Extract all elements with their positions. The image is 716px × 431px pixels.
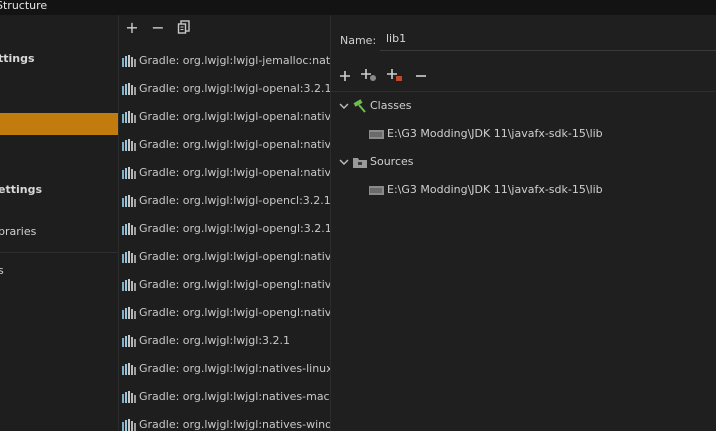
library-list-item[interactable]: Gradle: org.lwjgl:lwjgl-opengl:3.2.1 [119,219,330,239]
library-list-item-label: Gradle: org.lwjgl:lwjgl:natives-windows: [139,418,331,431]
name-label: Name: [340,34,377,47]
sidebar-divider [0,252,118,253]
library-list-item[interactable]: Gradle: org.lwjgl:lwjgl-opengl:natives-m [119,275,330,295]
library-list-pane: + − Gradle: org.lwjgl:lwjgl-jemalloc:nat… [119,15,331,431]
chevron-down-icon [339,103,349,109]
library-bars-icon [122,335,136,347]
library-list-item[interactable]: Gradle: org.lwjgl:lwjgl-openal:3.2.1 [119,79,330,99]
plus-sources-icon [387,69,402,81]
classes-path-label: E:\G3 Modding\JDK 11\javafx-sdk-15\lib [387,127,603,140]
library-list-item-label: Gradle: org.lwjgl:lwjgl:natives-macos:3. [139,390,330,403]
attach-sources-button[interactable] [386,67,404,87]
library-bars-icon [122,279,136,291]
sidebar-item-problems[interactable]: s [0,264,4,277]
library-bars-icon [122,55,136,67]
jar-folder-icon [369,186,384,195]
library-bars-icon [122,195,136,207]
library-bars-icon [122,111,136,123]
library-list-item[interactable]: Gradle: org.lwjgl:lwjgl:natives-windows: [119,415,330,431]
library-list-item[interactable]: Gradle: org.lwjgl:lwjgl-opencl:3.2.1 [119,191,330,211]
library-list-item-label: Gradle: org.lwjgl:lwjgl:natives-linux:3.… [139,362,331,375]
library-list-item-label: Gradle: org.lwjgl:lwjgl-opencl:3.2.1 [139,194,331,207]
sources-label: Sources [370,155,414,168]
classes-label: Classes [370,99,412,112]
library-list-item-label: Gradle: org.lwjgl:lwjgl-opengl:3.2.1 [139,222,331,235]
library-list-item[interactable]: Gradle: org.lwjgl:lwjgl-jemalloc:natives… [119,51,330,71]
library-name-input[interactable] [380,27,716,51]
library-bars-icon [122,307,136,319]
minus-icon [416,75,426,77]
copy-library-button[interactable] [176,20,192,36]
library-list-item[interactable]: Gradle: org.lwjgl:lwjgl:natives-macos:3. [119,387,330,407]
library-list-toolbar: + − [119,15,330,43]
window-title-bar: Structure [0,0,716,15]
library-list-item-label: Gradle: org.lwjgl:lwjgl-openal:natives-w [139,166,331,179]
library-bars-icon [122,363,136,375]
library-bars-icon [122,223,136,235]
toolbar-divider [331,91,716,92]
library-list-item-label: Gradle: org.lwjgl:lwjgl-openal:natives-m [139,138,331,151]
library-bars-icon [122,139,136,151]
copy-icon [177,20,190,34]
library-bars-icon [122,83,136,95]
library-list-item[interactable]: Gradle: org.lwjgl:lwjgl:3.2.1 [119,331,330,351]
chevron-down-icon [339,159,349,165]
library-list-item-label: Gradle: org.lwjgl:lwjgl:3.2.1 [139,334,291,347]
library-list-item-label: Gradle: org.lwjgl:lwjgl-openal:natives-l… [139,110,331,123]
sidebar-item-selected[interactable] [0,113,118,135]
window-title: Structure [0,0,48,12]
settings-sidebar: ttings ettings braries s [0,15,119,431]
remove-root-button[interactable] [412,67,430,87]
library-bars-icon [122,167,136,179]
library-list-item[interactable]: Gradle: org.lwjgl:lwjgl-openal:natives-m [119,135,330,155]
library-list-item[interactable]: Gradle: org.lwjgl:lwjgl:natives-linux:3.… [119,359,330,379]
sources-path-label: E:\G3 Modding\JDK 11\javafx-sdk-15\lib [387,183,603,196]
library-bars-icon [122,251,136,263]
sidebar-header-project-settings: ttings [0,52,35,65]
library-list-item-label: Gradle: org.lwjgl:lwjgl-openal:3.2.1 [139,82,331,95]
library-list-item[interactable]: Gradle: org.lwjgl:lwjgl-openal:natives-w [119,163,330,183]
library-list-item-label: Gradle: org.lwjgl:lwjgl-opengl:natives-m [139,278,331,291]
library-list-item-label: Gradle: org.lwjgl:lwjgl-opengl:natives-w [139,306,331,319]
library-list-item-label: Gradle: org.lwjgl:lwjgl-jemalloc:natives… [139,54,331,67]
plus-classes-icon [361,69,376,81]
add-root-button[interactable] [336,67,354,87]
library-roots-toolbar [331,67,716,89]
plus-icon [340,71,350,81]
library-bars-icon [122,391,136,403]
library-list-item[interactable]: Gradle: org.lwjgl:lwjgl-opengl:natives-l… [119,247,330,267]
library-detail-pane: Name: Classes E:\G3 Modding\JDK 11\javaf… [331,15,716,431]
remove-library-button[interactable]: − [150,20,166,36]
library-list-item[interactable]: Gradle: org.lwjgl:lwjgl-openal:natives-l… [119,107,330,127]
library-list-item-label: Gradle: org.lwjgl:lwjgl-opengl:natives-l… [139,250,331,263]
library-bars-icon [122,419,136,431]
folder-icon [353,158,367,168]
jar-folder-icon [369,130,384,139]
attach-classes-button[interactable] [360,67,378,87]
add-library-button[interactable]: + [124,20,140,36]
sidebar-header-platform-settings: ettings [0,183,42,196]
hammer-icon [353,99,366,113]
library-list-item[interactable]: Gradle: org.lwjgl:lwjgl-opengl:natives-w [119,303,330,323]
sidebar-item-global-libraries[interactable]: braries [0,225,36,238]
